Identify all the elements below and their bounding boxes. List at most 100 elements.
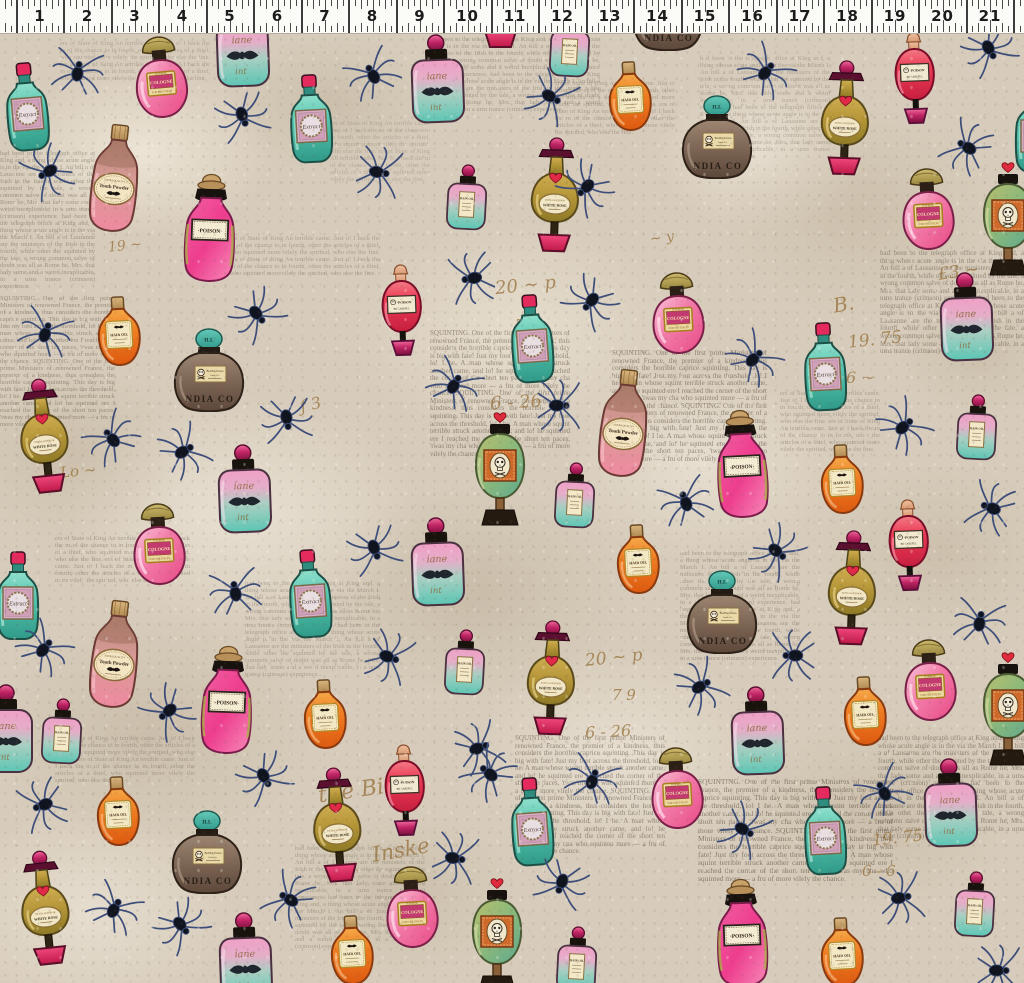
bottle-hair-oil — [612, 522, 664, 596]
ruler-tick — [699, 0, 700, 6]
bottle-bat-flask — [918, 757, 981, 849]
ruler-number: 17 — [789, 7, 812, 25]
ruler-tick — [723, 26, 724, 32]
ruler-tick — [343, 0, 344, 6]
ruler-tick — [296, 26, 297, 32]
ruler-tick — [361, 23, 362, 32]
ruler-tick — [313, 0, 314, 9]
bottle-hair-oil — [299, 677, 351, 751]
spider-icon — [360, 625, 420, 689]
ruler-tick — [5, 0, 6, 9]
ruler-tick — [307, 0, 308, 6]
ruler-tick — [670, 0, 671, 9]
ruler-tick — [972, 26, 973, 32]
bottle-hair-oil — [816, 442, 868, 516]
ruler-tick — [586, 0, 588, 33]
handwriting-mark: 19 ~ — [107, 236, 142, 255]
ruler-number: 18 — [836, 7, 859, 25]
bottle-tooth-powder — [591, 365, 656, 482]
ruler-number: 11 — [504, 7, 527, 25]
ruler-tick — [771, 26, 772, 32]
ruler-tick — [195, 0, 196, 9]
ruler-tick — [747, 0, 748, 6]
bottle-jug — [172, 326, 246, 412]
ruler-tick — [681, 0, 683, 33]
ruler-tick — [218, 23, 219, 32]
ruler-tick — [236, 0, 237, 6]
bottle-white-rose — [815, 59, 875, 179]
ruler-tick — [348, 0, 350, 33]
ruler-tick — [747, 26, 748, 32]
bottle-poison-pink — [710, 408, 774, 521]
bottle-skull-urn — [471, 412, 529, 530]
ruler-tick — [633, 0, 635, 33]
ruler-tick — [949, 0, 950, 6]
spider-icon — [770, 629, 815, 681]
ruler-tick — [432, 23, 433, 32]
spider-icon — [721, 323, 790, 392]
ruler-tick — [622, 23, 623, 32]
ruler-tick — [569, 0, 570, 6]
ruler-tick — [301, 0, 303, 33]
ruler-tick — [337, 0, 338, 9]
ruler-tick — [58, 26, 59, 32]
ruler-number: 15 — [694, 7, 717, 25]
ruler-tick — [711, 0, 712, 6]
handwriting-mark: B. — [831, 290, 856, 317]
ruler-tick — [592, 0, 593, 6]
bottle-bat-flask — [725, 685, 788, 777]
ruler-tick — [147, 0, 148, 9]
ruler-tick — [94, 26, 95, 32]
bottle-teal-flask — [282, 547, 338, 642]
ruler-tick — [759, 0, 760, 6]
ruler-tick — [545, 26, 546, 32]
ruler-tick — [830, 0, 831, 6]
ruler-tick — [1020, 26, 1021, 32]
ruler-tick — [474, 26, 475, 32]
bottle-white-rose — [521, 619, 581, 739]
ruler-tick — [628, 26, 629, 32]
spider-icon — [871, 391, 939, 460]
ruler-tick — [248, 0, 249, 6]
ruler-tick — [1008, 26, 1009, 32]
spider-icon — [338, 41, 406, 106]
ruler-tick — [676, 26, 677, 32]
handwriting-mark: 7 9 — [612, 686, 636, 704]
ruler-tick — [284, 26, 285, 32]
ruler-tick — [818, 0, 819, 6]
spider-icon — [561, 748, 625, 808]
ruler-number: 3 — [129, 7, 140, 25]
ruler-tick — [385, 0, 386, 9]
bottle-oil-flask — [38, 697, 85, 765]
ruler-tick — [937, 26, 938, 32]
ruler-tick — [296, 0, 297, 6]
ruler-tick — [996, 26, 997, 32]
handwriting-mark: 6 - 26 — [585, 721, 632, 742]
spider-icon — [81, 875, 149, 940]
bottle-teal-flask — [284, 73, 339, 167]
ruler-tick — [581, 26, 582, 32]
ruler-tick — [866, 26, 867, 32]
ruler-tick — [100, 23, 101, 32]
ruler-tick — [794, 26, 795, 32]
bottle-poison-urn — [379, 741, 431, 847]
ruler-tick — [670, 23, 671, 32]
ruler-tick — [212, 26, 213, 32]
ruler-tick — [408, 0, 409, 9]
ruler-tick — [860, 0, 861, 9]
bottle-oil-flask — [443, 163, 490, 231]
ruler-number: 19 — [884, 7, 907, 25]
ruler-tick — [949, 26, 950, 32]
ruler-tick — [391, 0, 392, 6]
ruler-tick — [52, 0, 53, 9]
handwriting-mark: 6 - 26 — [489, 391, 542, 415]
bottle-poison-pink — [196, 644, 258, 756]
ruler-tick — [189, 26, 190, 32]
ruler-tick — [854, 26, 855, 32]
bottle-bat-flask — [212, 443, 275, 535]
ruler-tick — [272, 26, 273, 32]
bottle-hair-oil — [839, 674, 891, 748]
ruler-tick — [759, 26, 760, 32]
bottle-bat-flask — [934, 271, 997, 363]
ruler-tick — [854, 0, 855, 6]
